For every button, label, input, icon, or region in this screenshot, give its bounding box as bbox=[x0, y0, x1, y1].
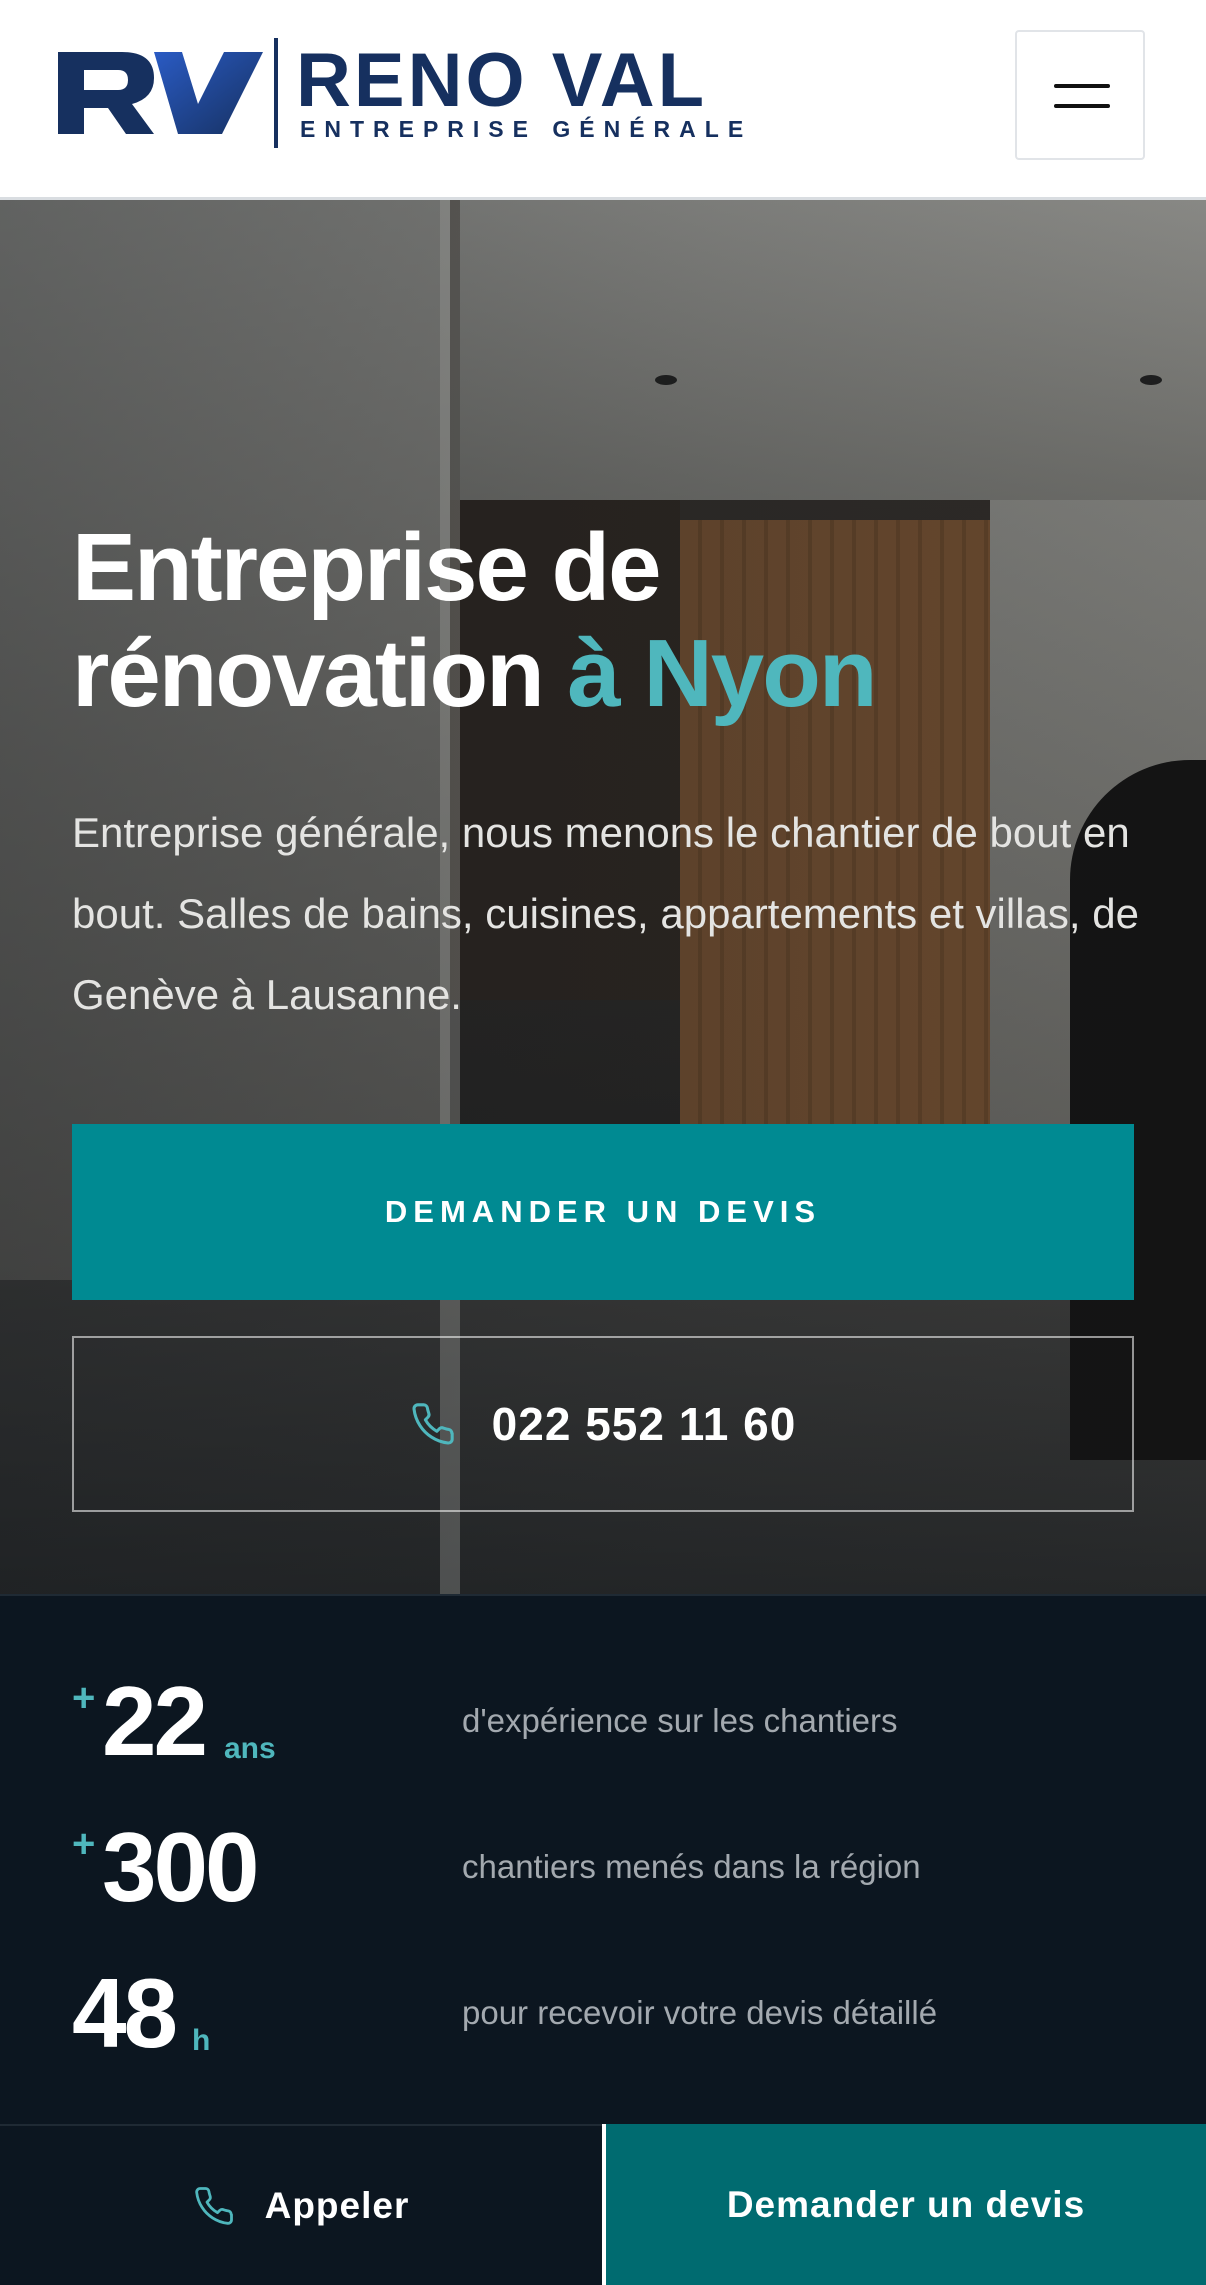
call-button[interactable]: Appeler bbox=[0, 2124, 602, 2285]
stat-unit: h bbox=[192, 2024, 211, 2057]
stat-experience: + 22 ans d'expérience sur les chantiers bbox=[0, 1666, 1206, 1806]
hero-title-accent: à Nyon bbox=[567, 620, 877, 727]
stat-value: 22 bbox=[102, 1666, 208, 1776]
logo-divider bbox=[274, 38, 278, 148]
hamburger-menu-icon-bar bbox=[1054, 104, 1110, 108]
phone-icon bbox=[194, 2186, 233, 2225]
logo-name: RENO VAL bbox=[296, 38, 708, 123]
logo-mark-icon bbox=[58, 52, 263, 134]
stat-projects: + 300 chantiers menés dans la région bbox=[0, 1812, 1206, 1952]
stat-description: pour recevoir votre devis détaillé bbox=[462, 1994, 938, 2031]
stat-quote-delay: 48 h pour recevoir votre devis détaillé bbox=[0, 1958, 1206, 2098]
bottom-action-bar: Appeler Demander un devis bbox=[0, 2124, 1206, 2285]
stat-description: chantiers menés dans la région bbox=[462, 1848, 921, 1885]
stat-unit: ans bbox=[224, 1732, 276, 1765]
call-button-label: Appeler bbox=[264, 2184, 410, 2226]
hero-title-line2: rénovation bbox=[72, 620, 545, 727]
menu-button[interactable] bbox=[1015, 30, 1145, 160]
phone-icon bbox=[412, 1403, 454, 1445]
stat-prefix: + bbox=[72, 1822, 96, 1866]
site-header: RENO VAL ENTREPRISE GÉNÉRALE bbox=[0, 0, 1206, 200]
bottom-quote-button[interactable]: Demander un devis bbox=[606, 2124, 1206, 2285]
stat-prefix: + bbox=[72, 1676, 96, 1720]
stat-description: d'expérience sur les chantiers bbox=[462, 1702, 898, 1739]
stats-section: + 22 ans d'expérience sur les chantiers … bbox=[0, 1594, 1206, 2124]
phone-button[interactable]: 022 552 11 60 bbox=[72, 1336, 1134, 1512]
request-quote-button[interactable]: DEMANDER UN DEVIS bbox=[72, 1124, 1134, 1300]
logo-tagline: ENTREPRISE GÉNÉRALE bbox=[300, 116, 753, 142]
hero-title: Entreprise de rénovation à Nyon bbox=[72, 515, 1132, 727]
hero-section: Entreprise de rénovation à Nyon Entrepri… bbox=[0, 200, 1206, 1594]
hero-description: Entreprise générale, nous menons le chan… bbox=[72, 809, 1139, 1018]
stat-value: 48 bbox=[72, 1958, 178, 2068]
phone-number: 022 552 11 60 bbox=[491, 1398, 797, 1450]
hamburger-menu-icon bbox=[1054, 84, 1110, 88]
quote-button-label: Demander un devis bbox=[726, 2183, 1086, 2225]
logo[interactable]: RENO VAL ENTREPRISE GÉNÉRALE bbox=[58, 38, 748, 150]
stat-value: 300 bbox=[102, 1812, 260, 1922]
hero-title-line1: Entreprise de bbox=[72, 514, 662, 621]
